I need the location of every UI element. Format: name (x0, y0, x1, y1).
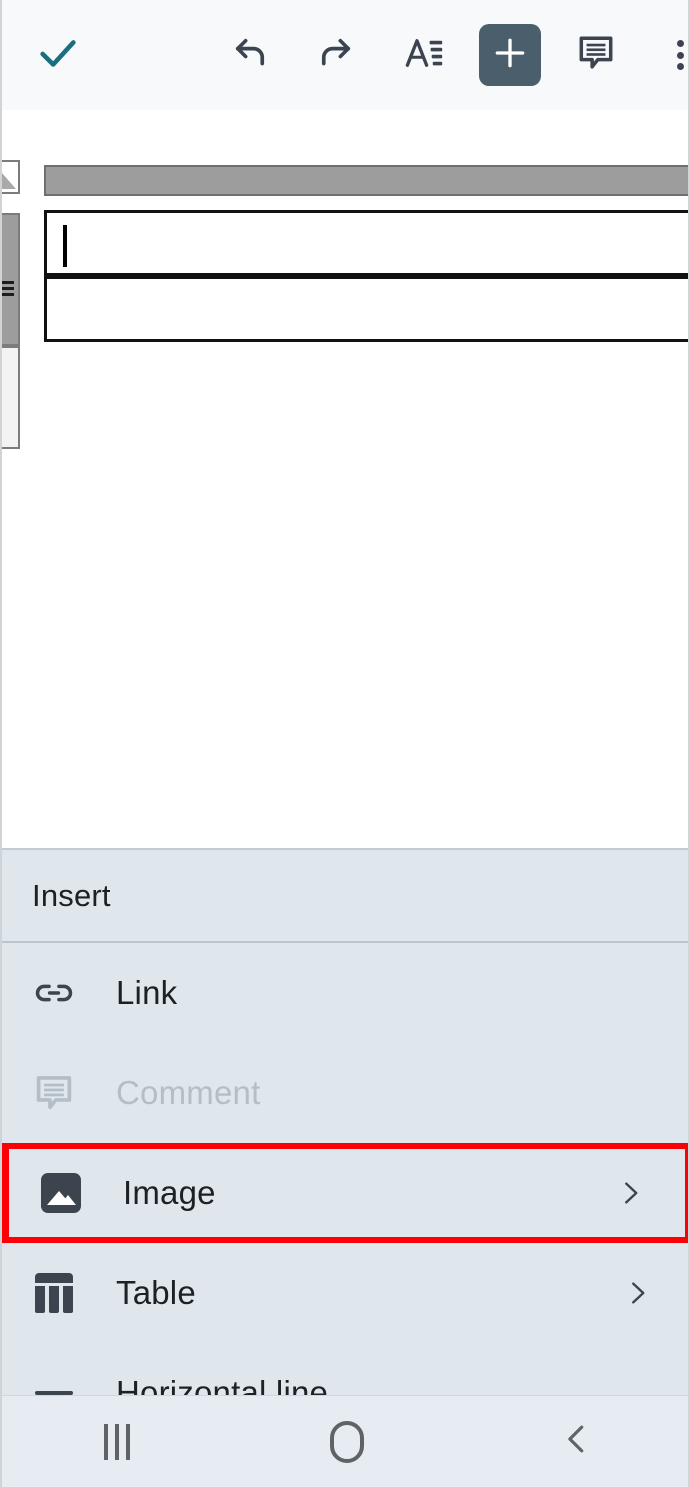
table-icon (26, 1273, 82, 1313)
more-vertical-icon (676, 40, 684, 70)
menu-item-table[interactable]: Table (2, 1243, 688, 1343)
more-options-button[interactable] (649, 24, 688, 86)
home-button[interactable] (232, 1396, 462, 1487)
chevron-right-icon (622, 1278, 652, 1308)
insert-panel: Insert Link Comment Image Table Horizont… (2, 848, 688, 1487)
insert-button[interactable] (479, 24, 541, 86)
table-column-header-bar[interactable] (44, 165, 688, 196)
drag-grip-icon (2, 281, 14, 299)
comment-icon (575, 32, 617, 79)
text-format-button[interactable] (393, 24, 455, 86)
recents-icon (104, 1423, 130, 1460)
undo-button[interactable] (219, 24, 281, 86)
editor-toolbar (2, 0, 688, 110)
menu-item-image[interactable]: Image (2, 1143, 688, 1243)
menu-item-label: Table (116, 1274, 196, 1311)
table-row-handle[interactable] (2, 346, 20, 449)
menu-item-label: Image (123, 1174, 216, 1211)
back-chevron-icon (558, 1420, 596, 1463)
document-canvas[interactable] (2, 110, 688, 848)
table-row-handle-selected[interactable] (2, 213, 20, 346)
table-cell[interactable] (44, 276, 688, 342)
table-cell[interactable] (44, 210, 688, 276)
menu-item-link[interactable]: Link (2, 943, 688, 1043)
select-all-corner-handle[interactable] (2, 160, 20, 194)
text-caret (63, 225, 67, 267)
menu-item-label: Link (116, 974, 178, 1011)
menu-item-comment: Comment (2, 1043, 688, 1143)
menu-item-label: Comment (116, 1074, 261, 1111)
redo-arrow-icon (315, 32, 357, 79)
undo-arrow-icon (229, 32, 271, 79)
chevron-right-icon (615, 1178, 645, 1208)
plus-icon (491, 34, 529, 77)
text-format-icon (403, 32, 445, 79)
app-screen: Insert Link Comment Image Table Horizont… (0, 0, 690, 1487)
back-button[interactable] (462, 1396, 688, 1487)
link-icon (26, 971, 82, 1015)
done-button[interactable] (27, 24, 89, 86)
redo-button[interactable] (305, 24, 367, 86)
comment-button[interactable] (565, 24, 627, 86)
home-icon (330, 1420, 364, 1463)
image-icon (33, 1173, 89, 1213)
check-icon (35, 30, 81, 81)
comment-icon (26, 1071, 82, 1115)
recents-button[interactable] (2, 1396, 232, 1487)
insert-panel-title: Insert (2, 850, 688, 943)
android-navigation-bar (2, 1395, 688, 1487)
